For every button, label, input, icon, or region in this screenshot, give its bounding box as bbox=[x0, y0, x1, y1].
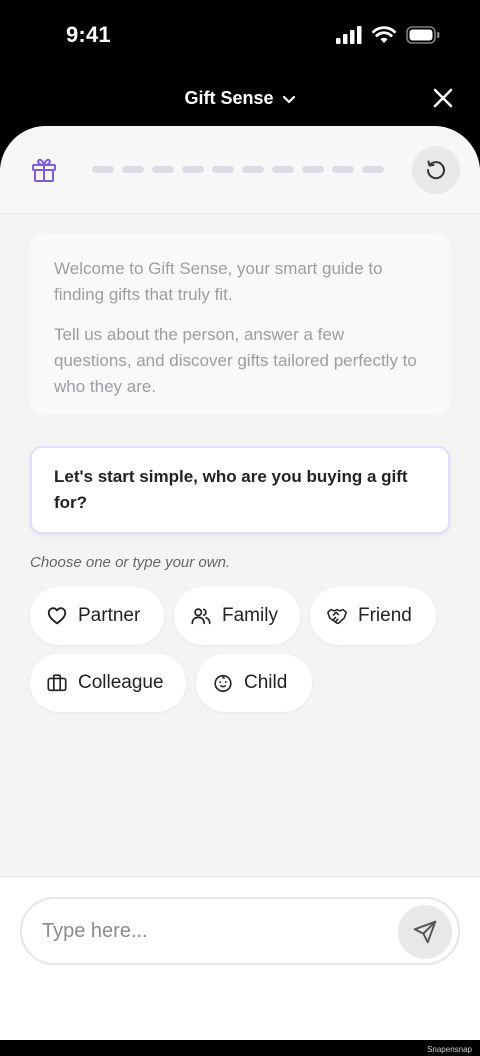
question-text: Let's start simple, who are you buying a… bbox=[54, 467, 408, 512]
progress-indicator bbox=[92, 166, 384, 173]
progress-step bbox=[152, 166, 174, 173]
bottom-bar: Snapensnap bbox=[0, 1040, 480, 1056]
progress-step bbox=[92, 166, 114, 173]
close-button[interactable] bbox=[432, 87, 454, 109]
chip-colleague[interactable]: Colleague bbox=[30, 654, 186, 712]
baby-icon bbox=[214, 674, 232, 693]
progress-step bbox=[362, 166, 384, 173]
progress-step bbox=[182, 166, 204, 173]
progress-step bbox=[212, 166, 234, 173]
chip-partner[interactable]: Partner bbox=[30, 587, 164, 645]
heart-icon bbox=[47, 607, 67, 625]
chip-label: Friend bbox=[358, 605, 412, 626]
chip-friend[interactable]: Friend bbox=[310, 587, 436, 645]
battery-icon bbox=[406, 26, 440, 44]
choice-hint: Choose one or type your own. bbox=[30, 554, 231, 571]
gift-icon bbox=[32, 158, 56, 182]
chip-child[interactable]: Child bbox=[196, 654, 312, 712]
progress-step bbox=[242, 166, 264, 173]
send-button[interactable] bbox=[398, 905, 452, 959]
welcome-text-1: Welcome to Gift Sense, your smart guide … bbox=[54, 259, 383, 304]
sheet-header bbox=[0, 126, 480, 214]
chip-label: Partner bbox=[78, 605, 141, 626]
app-title: Gift Sense bbox=[184, 88, 274, 108]
send-icon bbox=[413, 920, 437, 944]
progress-step bbox=[302, 166, 324, 173]
progress-step bbox=[122, 166, 144, 173]
handshake-icon bbox=[327, 608, 347, 625]
restart-button[interactable] bbox=[412, 146, 460, 194]
app-title-dropdown[interactable]: Gift Sense bbox=[0, 88, 480, 109]
chevron-down-icon bbox=[282, 95, 295, 103]
chat-sheet: Welcome to Gift Sense, your smart guide … bbox=[0, 126, 480, 1040]
message-input[interactable] bbox=[42, 913, 382, 949]
chip-label: Family bbox=[222, 605, 278, 626]
chip-family[interactable]: Family bbox=[174, 587, 300, 645]
welcome-message: Welcome to Gift Sense, your smart guide … bbox=[30, 234, 450, 414]
question-message: Let's start simple, who are you buying a… bbox=[30, 446, 450, 534]
restart-icon bbox=[426, 160, 445, 180]
status-icons bbox=[336, 26, 440, 44]
chip-label: Child bbox=[244, 672, 288, 693]
chip-label: Colleague bbox=[78, 672, 164, 693]
welcome-text-2: Tell us about the person, answer a few q… bbox=[54, 325, 417, 396]
status-bar: 9:41 bbox=[0, 0, 480, 72]
status-time: 9:41 bbox=[66, 22, 111, 47]
wifi-icon bbox=[372, 26, 396, 43]
signal-icon bbox=[336, 26, 362, 44]
users-icon bbox=[191, 608, 211, 625]
progress-step bbox=[332, 166, 354, 173]
briefcase-icon bbox=[47, 674, 67, 692]
message-input-wrapper bbox=[20, 897, 460, 965]
progress-step bbox=[272, 166, 294, 173]
composer bbox=[0, 876, 480, 1040]
watermark-text: Snapensnap bbox=[427, 1045, 472, 1054]
title-bar: Gift Sense bbox=[0, 80, 480, 120]
